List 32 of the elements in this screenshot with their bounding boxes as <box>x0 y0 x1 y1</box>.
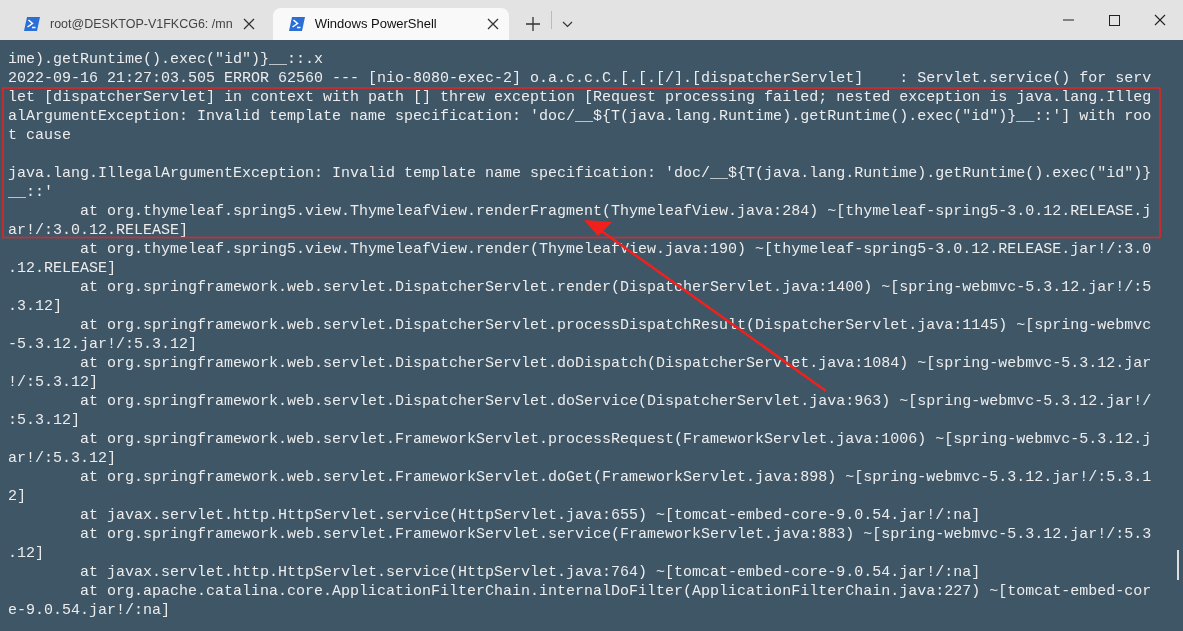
terminal-line: 2022-09-16 21:27:03.505 ERROR 62560 --- [nio-8080-exec-2] o.a.c.c.C.[.[.[/].[dispatcherServlet] : Servlet.service() for serv <box>8 69 1153 88</box>
terminal-line: at javax.servlet.http.HttpServlet.service(HttpServlet.java:655) ~[tomcat-embed-core-9.0.54.jar!/:na] <box>79 506 982 525</box>
terminal-line: alArgumentException: Invalid template name specification: 'doc/__${T(java.lang.Runtime).getRuntime().exec("id")}__::'] with roo <box>8 107 1153 126</box>
terminal-line: __::' <box>8 183 54 202</box>
powershell-icon <box>288 17 305 31</box>
terminal-line: ar!/:5.3.12] <box>8 449 118 468</box>
terminal-line: at org.apache.catalina.core.ApplicationFilterChain.internalDoFilter(ApplicationFilterChain.java:227) ~[tomcat-embed-cor <box>79 582 1153 601</box>
terminal-line: java.lang.IllegalArgumentException: Invalid template name specification: 'doc/__${T(java.lang.Runtime).getRuntime().exec("id")} <box>8 164 1153 183</box>
terminal-line: -5.3.12.jar!/:5.3.12] <box>8 335 199 354</box>
terminal-line: ar!/:3.0.12.RELEASE] <box>8 221 190 240</box>
terminal-line: ime).getRuntime().exec("id")}__::.x <box>8 50 325 69</box>
close-icon[interactable] <box>486 18 499 30</box>
terminal-line: t cause <box>8 126 72 145</box>
terminal-line: .12] <box>8 544 45 563</box>
powershell-icon <box>24 17 40 31</box>
terminal-line: at org.springframework.web.servlet.FrameworkServlet.processRequest(FrameworkServlet.java:1006) ~[spring-webmvc-5.3.12.j <box>79 430 1153 449</box>
terminal-tab[interactable]: root@DESKTOP-V1FKCG6: /mn <box>8 8 265 40</box>
terminal-line: 2] <box>8 487 27 506</box>
terminal-line: e-9.0.54.jar!/:na] <box>8 601 172 620</box>
terminal-line: .12.RELEASE] <box>8 259 118 278</box>
terminal-line: at javax.servlet.http.HttpServlet.service(HttpServlet.java:764) ~[tomcat-embed-core-9.0.54.jar!/:na] <box>79 563 982 582</box>
terminal-line: at org.springframework.web.servlet.DispatcherServlet.doService(DispatcherServlet.java:963) ~[spring-webmvc-5.3.12.jar!/ <box>79 392 1153 411</box>
terminal-tab[interactable]: Windows PowerShell <box>272 8 509 40</box>
terminal-line: at org.springframework.web.servlet.FrameworkServlet.doGet(FrameworkServlet.java:898) ~[spring-webmvc-5.3.12.jar!/:5.3.1 <box>79 468 1153 487</box>
close-icon[interactable] <box>242 18 255 30</box>
scrollbar-thumb[interactable] <box>1177 550 1179 580</box>
terminal-line: at org.thymeleaf.spring5.view.ThymeleafView.renderFragment(ThymeleafView.java:284) ~[thymeleaf-spring5-3.0.12.RELEASE.j <box>79 202 1153 221</box>
terminal-line: at org.springframework.web.servlet.FrameworkServlet.service(FrameworkServlet.java:883) ~[spring-webmvc-5.3.12.jar!/:5.3 <box>79 525 1153 544</box>
terminal-line: let [dispatcherServlet] in context with path [] threw exception [Request processing failed; nested exception is java.lang.Illeg <box>8 88 1153 107</box>
terminal-line: !/:5.3.12] <box>8 373 99 392</box>
terminal-line: :5.3.12] <box>8 411 81 430</box>
terminal-line: .3.12] <box>8 297 63 316</box>
